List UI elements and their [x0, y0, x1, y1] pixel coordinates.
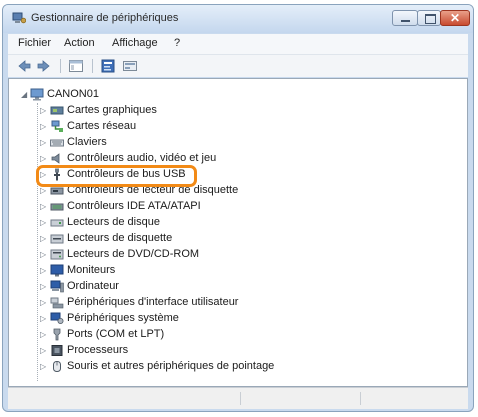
status-divider [360, 392, 361, 405]
usb-controllers-highlight [36, 165, 197, 187]
tree-item-label: Lecteurs de DVD/CD-ROM [67, 248, 200, 260]
system-devices-icon [50, 312, 64, 324]
hid-icon [50, 297, 64, 309]
expand-arrow-icon[interactable]: ▷ [40, 331, 46, 339]
toolbar [8, 54, 468, 77]
expand-arrow-icon[interactable]: ▷ [40, 299, 46, 307]
menu-affichage[interactable]: Affichage [112, 37, 158, 49]
menu-fichier[interactable]: Fichier [18, 37, 51, 49]
window-title: Gestionnaire de périphériques [31, 12, 179, 24]
title-bar[interactable]: Gestionnaire de périphériques ✕ [3, 5, 473, 33]
tree-item-label: Lecteurs de disque [67, 216, 160, 228]
tree-item-label: Lecteurs de disquette [67, 232, 173, 244]
tree-item-label: Processeurs [67, 344, 129, 356]
expand-arrow-icon[interactable]: ▷ [40, 267, 46, 275]
tree-item-label: Souris et autres périphériques de pointa… [67, 360, 275, 372]
collapse-arrow-icon[interactable]: ◢ [21, 91, 27, 99]
ide-controller-icon [50, 203, 64, 211]
monitor-icon [50, 264, 64, 277]
expand-arrow-icon[interactable]: ▷ [40, 235, 46, 243]
expand-arrow-icon[interactable]: ▷ [40, 107, 46, 115]
display-adapter-icon [50, 106, 64, 115]
tree-item-label: Claviers [67, 136, 107, 148]
computer-icon [50, 280, 64, 293]
scan-hardware-icon[interactable] [122, 58, 138, 74]
tree-item-label: Contrôleurs IDE ATA/ATAPI [67, 200, 201, 212]
expand-arrow-icon[interactable]: ▷ [40, 219, 46, 227]
network-adapter-icon [51, 120, 63, 132]
disk-drive-icon [50, 219, 64, 227]
properties-icon[interactable] [100, 58, 116, 74]
expand-arrow-icon[interactable]: ▷ [40, 123, 46, 131]
show-hide-tree-icon[interactable] [68, 58, 84, 74]
tree-item-label: Cartes réseau [67, 120, 137, 132]
audio-icon [51, 153, 60, 164]
expand-arrow-icon[interactable]: ▷ [40, 251, 46, 259]
tree-item-label: Périphériques d'interface utilisateur [67, 296, 239, 308]
tree-item-label: Ordinateur [67, 280, 119, 292]
floppy-drive-icon [50, 234, 64, 244]
computer-name: CANON01 [47, 88, 99, 100]
status-divider [240, 392, 241, 405]
expand-arrow-icon[interactable]: ▷ [40, 363, 46, 371]
computer-icon [30, 88, 44, 101]
menu-help[interactable]: ? [174, 37, 180, 49]
expand-arrow-icon[interactable]: ▷ [40, 187, 46, 195]
dvd-drive-icon [50, 249, 64, 260]
expand-arrow-icon[interactable]: ▷ [40, 139, 46, 147]
toolbar-separator [92, 59, 93, 73]
device-manager-window: Gestionnaire de périphériques ✕ Fichier … [2, 4, 474, 412]
status-bar [8, 387, 468, 409]
ports-icon [53, 328, 61, 341]
keyboard-icon [50, 139, 64, 147]
expand-arrow-icon[interactable]: ▷ [40, 283, 46, 291]
back-arrow-icon[interactable] [16, 58, 32, 74]
toolbar-separator [60, 59, 61, 73]
tree-item-label: Moniteurs [67, 264, 116, 276]
close-icon: ✕ [449, 11, 461, 25]
tree-item-label: Périphériques système [67, 312, 179, 324]
expand-arrow-icon[interactable]: ▷ [40, 155, 46, 163]
menu-action[interactable]: Action [64, 37, 95, 49]
maximize-button[interactable] [417, 10, 441, 26]
device-tree: ◢ CANON01 ▷ Cartes graphiques ▷ Cartes r… [8, 78, 468, 387]
expand-arrow-icon[interactable]: ▷ [40, 203, 46, 211]
minimize-button[interactable] [392, 10, 418, 26]
tree-item-label: Contrôleurs audio, vidéo et jeu [67, 152, 217, 164]
close-button[interactable]: ✕ [440, 10, 470, 26]
mouse-icon [53, 361, 61, 372]
tree-item-label: Cartes graphiques [67, 104, 157, 116]
tree-guide-line [37, 103, 38, 381]
processor-icon [51, 345, 63, 356]
menu-bar: Fichier Action Affichage ? [8, 34, 468, 54]
maximize-icon [425, 14, 436, 24]
forward-arrow-icon[interactable] [36, 58, 52, 74]
device-manager-icon [12, 12, 26, 24]
expand-arrow-icon[interactable]: ▷ [40, 315, 46, 323]
tree-item-label: Ports (COM et LPT) [67, 328, 165, 340]
minimize-icon [401, 20, 410, 22]
expand-arrow-icon[interactable]: ▷ [40, 347, 46, 355]
